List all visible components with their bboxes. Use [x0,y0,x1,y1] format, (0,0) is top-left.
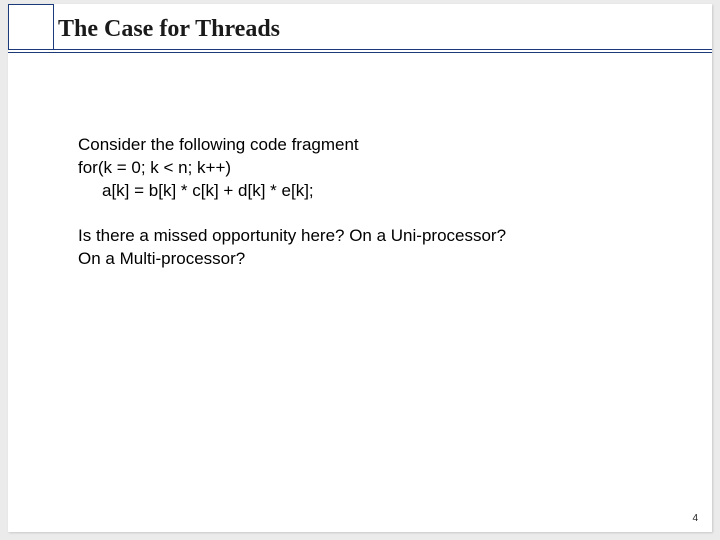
body-line-5: On a Multi-processor? [78,248,648,271]
body-line-4: Is there a missed opportunity here? On a… [78,225,648,248]
page-number: 4 [692,513,698,524]
header-rule-inner [8,52,712,53]
slide-title: The Case for Threads [58,16,280,43]
header-rule-outer [8,49,712,50]
slide: The Case for Threads Consider the follow… [8,4,712,532]
slide-body: Consider the following code fragment for… [78,134,648,271]
body-line-2: for(k = 0; k < n; k++) [78,157,648,180]
body-line-3: a[k] = b[k] * c[k] + d[k] * e[k]; [78,180,648,203]
corner-decoration [8,4,54,50]
body-line-1: Consider the following code fragment [78,134,648,157]
paragraph-gap [78,203,648,225]
slide-header: The Case for Threads [8,4,712,82]
